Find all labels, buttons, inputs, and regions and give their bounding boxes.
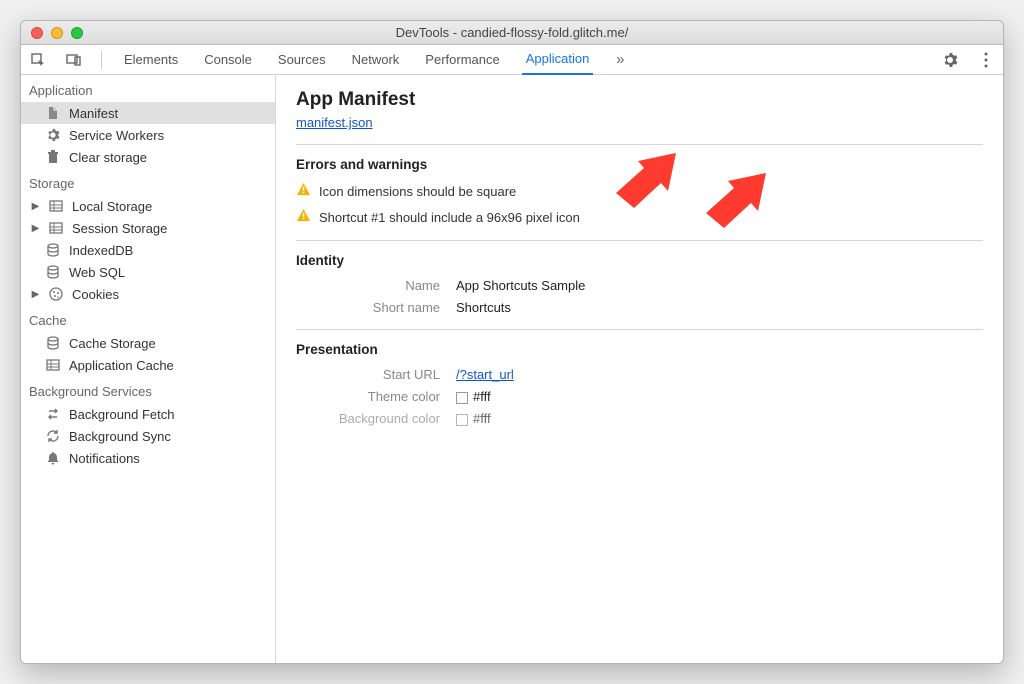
sidebar-item-label: Service Workers	[69, 128, 164, 143]
sidebar-item-manifest[interactable]: Manifest	[21, 102, 275, 124]
sidebar-item-background-sync[interactable]: Background Sync	[21, 425, 275, 447]
swap-icon	[45, 406, 61, 422]
expand-triangle-icon[interactable]: ▶	[31, 201, 40, 212]
sidebar-group-title: Storage	[21, 168, 275, 195]
sync-icon	[45, 428, 61, 444]
warning-icon	[296, 208, 311, 226]
sidebar-item-label: Cache Storage	[69, 336, 156, 351]
sidebar-item-cookies[interactable]: ▶ Cookies	[21, 283, 275, 305]
settings-icon[interactable]	[941, 51, 959, 69]
devtools-window: DevTools - candied-flossy-fold.glitch.me…	[20, 20, 1004, 664]
more-tabs-icon[interactable]: »	[611, 51, 629, 69]
sidebar-item-service-workers[interactable]: Service Workers	[21, 124, 275, 146]
cookie-icon	[48, 286, 64, 302]
table-icon	[45, 357, 61, 373]
sidebar-item-background-fetch[interactable]: Background Fetch	[21, 403, 275, 425]
bg-swatch	[456, 414, 468, 426]
presentation-heading: Presentation	[296, 342, 983, 357]
identity-name-label: Name	[296, 278, 456, 293]
zoom-window-button[interactable]	[71, 27, 83, 39]
devtools-toolbar: Elements Console Sources Network Perform…	[21, 45, 1003, 75]
identity-short-label: Short name	[296, 300, 456, 315]
sidebar: Application Manifest Service Workers Clear …	[21, 75, 276, 663]
sidebar-item-cache-storage[interactable]: Cache Storage	[21, 332, 275, 354]
sidebar-item-label: Background Sync	[69, 429, 171, 444]
sidebar-item-application-cache[interactable]: Application Cache	[21, 354, 275, 376]
tab-console[interactable]: Console	[200, 45, 256, 75]
sidebar-group-title: Background Services	[21, 376, 275, 403]
sidebar-item-label: Cookies	[72, 287, 119, 302]
sidebar-item-label: Session Storage	[72, 221, 167, 236]
gear-icon	[45, 127, 61, 143]
sidebar-group-title: Cache	[21, 305, 275, 332]
identity-name-value: App Shortcuts Sample	[456, 278, 585, 293]
db-icon	[45, 264, 61, 280]
manifest-link[interactable]: manifest.json	[296, 115, 373, 130]
start-url-label: Start URL	[296, 367, 456, 382]
theme-color-value: #fff	[456, 389, 491, 404]
warning-text: Icon dimensions should be square	[319, 184, 516, 199]
window-title: DevTools - candied-flossy-fold.glitch.me…	[29, 25, 995, 40]
table-icon	[48, 220, 64, 236]
theme-swatch	[456, 392, 468, 404]
sidebar-item-label: Background Fetch	[69, 407, 175, 422]
sidebar-item-label: Local Storage	[72, 199, 152, 214]
trash-icon	[45, 149, 61, 165]
traffic-lights	[31, 27, 83, 39]
table-icon	[48, 198, 64, 214]
db-icon	[45, 335, 61, 351]
minimize-window-button[interactable]	[51, 27, 63, 39]
identity-section: Identity NameApp Shortcuts Sample Short …	[296, 240, 983, 315]
toolbar-divider	[101, 51, 102, 69]
identity-short-value: Shortcuts	[456, 300, 511, 315]
sidebar-item-session-storage[interactable]: ▶ Session Storage	[21, 217, 275, 239]
sidebar-item-label: Web SQL	[69, 265, 125, 280]
sidebar-item-label: Manifest	[69, 106, 118, 121]
sidebar-item-label: Application Cache	[69, 358, 174, 373]
bg-color-label: Background color	[296, 411, 456, 426]
main-panel: App Manifest manifest.json Errors and wa…	[276, 75, 1003, 663]
presentation-section: Presentation Start URL/?start_url Theme …	[296, 329, 983, 426]
sidebar-item-notifications[interactable]: Notifications	[21, 447, 275, 469]
theme-color-label: Theme color	[296, 389, 456, 404]
start-url-link[interactable]: /?start_url	[456, 367, 514, 382]
tab-sources[interactable]: Sources	[274, 45, 330, 75]
close-window-button[interactable]	[31, 27, 43, 39]
expand-triangle-icon[interactable]: ▶	[31, 223, 40, 234]
identity-heading: Identity	[296, 253, 983, 268]
sidebar-item-label: Clear storage	[69, 150, 147, 165]
sidebar-group-title: Application	[21, 75, 275, 102]
kebab-menu-icon[interactable]	[977, 51, 995, 69]
sidebar-item-web-sql[interactable]: Web SQL	[21, 261, 275, 283]
file-icon	[45, 105, 61, 121]
page-title: App Manifest	[296, 89, 983, 111]
sidebar-item-clear-storage[interactable]: Clear storage	[21, 146, 275, 168]
bell-icon	[45, 450, 61, 466]
db-icon	[45, 242, 61, 258]
bg-color-value: #fff	[456, 411, 491, 426]
sidebar-item-indexeddb[interactable]: IndexedDB	[21, 239, 275, 261]
titlebar: DevTools - candied-flossy-fold.glitch.me…	[21, 21, 1003, 45]
tab-elements[interactable]: Elements	[120, 45, 182, 75]
content-area: Application Manifest Service Workers Clear …	[21, 75, 1003, 663]
annotation-arrow	[616, 153, 676, 211]
tab-performance[interactable]: Performance	[421, 45, 503, 75]
sidebar-item-local-storage[interactable]: ▶ Local Storage	[21, 195, 275, 217]
annotation-arrow	[706, 173, 766, 231]
warning-icon	[296, 182, 311, 200]
tab-application[interactable]: Application	[522, 45, 594, 75]
expand-triangle-icon[interactable]: ▶	[31, 289, 40, 300]
warning-text: Shortcut #1 should include a 96x96 pixel…	[319, 210, 580, 225]
sidebar-item-label: IndexedDB	[69, 243, 133, 258]
inspect-element-icon[interactable]	[29, 51, 47, 69]
tab-network[interactable]: Network	[348, 45, 404, 75]
device-toggle-icon[interactable]	[65, 51, 83, 69]
sidebar-item-label: Notifications	[69, 451, 140, 466]
